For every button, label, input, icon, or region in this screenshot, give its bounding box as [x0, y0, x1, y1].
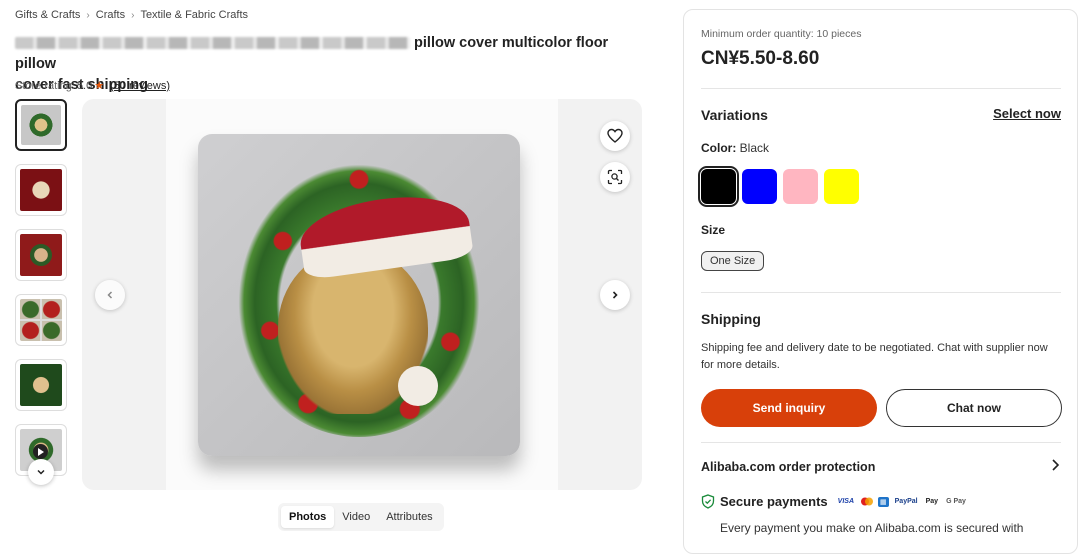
breadcrumb-link-crafts[interactable]: Crafts	[96, 9, 125, 21]
blurred-title-segment	[15, 37, 410, 50]
send-inquiry-button[interactable]: Send inquiry	[701, 389, 877, 427]
heart-icon	[607, 128, 623, 143]
chevron-down-icon	[37, 469, 45, 475]
color-swatches	[698, 166, 859, 207]
thumbnail-list	[15, 99, 67, 489]
breadcrumb-link-textile[interactable]: Textile & Fabric Crafts	[140, 9, 248, 21]
payment-logos: VISA ▦ PayPal Pay G Pay	[836, 496, 968, 507]
chevron-right-icon: ›	[86, 9, 90, 21]
color-label: Color: Black	[701, 141, 769, 155]
breadcrumb: Gifts & Crafts › Crafts › Textile & Fabr…	[15, 9, 248, 21]
chevron-right-icon[interactable]	[1049, 458, 1061, 477]
thumbnail-image[interactable]	[15, 294, 67, 346]
paypal-logo: PayPal	[894, 498, 918, 505]
divider	[701, 88, 1061, 89]
tab-video[interactable]: Video	[334, 506, 378, 528]
secure-payments-label: Secure payments	[720, 494, 828, 509]
previous-image-button[interactable]	[95, 280, 125, 310]
google-pay-logo: G Pay	[946, 498, 966, 505]
reviews-link[interactable]: (50 reviews)	[110, 80, 170, 92]
visa-logo: VISA	[837, 498, 855, 505]
pompom-graphic	[398, 366, 438, 406]
main-product-image[interactable]	[82, 99, 642, 490]
chat-now-button[interactable]: Chat now	[886, 389, 1062, 427]
favorite-button[interactable]	[600, 121, 630, 151]
thumbnail-image[interactable]	[15, 229, 67, 281]
play-icon	[33, 444, 48, 459]
purchase-panel: Minimum order quantity: 10 pieces CN¥5.5…	[683, 9, 1078, 554]
tab-attributes[interactable]: Attributes	[378, 506, 440, 528]
image-search-icon	[607, 169, 623, 185]
media-tabs: Photos Video Attributes	[278, 503, 444, 531]
swatch-black[interactable]	[698, 166, 739, 207]
amex-logo: ▦	[878, 496, 889, 507]
price-range: CN¥5.50-8.60	[701, 48, 820, 69]
star-icon: ★	[94, 80, 105, 92]
divider	[701, 442, 1061, 443]
shipping-text: Shipping fee and delivery date to be neg…	[701, 342, 1048, 371]
rating-label: Store rating:	[15, 79, 75, 92]
apple-pay-logo: Pay	[925, 498, 939, 505]
next-image-button[interactable]	[600, 280, 630, 310]
tab-photos[interactable]: Photos	[281, 506, 335, 528]
shipping-title: Shipping	[701, 311, 761, 327]
thumbnail-image[interactable]	[15, 164, 67, 216]
rating-value: 5.0	[76, 79, 93, 92]
secure-payments-row: Secure payments VISA ▦ PayPal Pay G Pay	[701, 494, 968, 509]
swatch-pink[interactable]	[783, 169, 818, 204]
color-selected-value: Black	[739, 141, 770, 155]
chevron-left-icon	[107, 291, 113, 299]
mastercard-logo	[861, 497, 874, 506]
scroll-down-button[interactable]	[28, 459, 54, 485]
color-label-key: Color:	[701, 141, 737, 155]
thumbnail-image[interactable]	[15, 359, 67, 411]
order-protection-title[interactable]: Alibaba.com order protection	[701, 460, 875, 474]
select-now-link[interactable]: Select now	[993, 106, 1061, 121]
min-order-quantity: Minimum order quantity: 10 pieces	[701, 28, 862, 40]
chevron-right-icon	[612, 291, 618, 299]
swatch-yellow[interactable]	[824, 169, 859, 204]
store-rating: Store rating: 5.0 ★ (50 reviews)	[15, 79, 170, 93]
divider	[701, 292, 1061, 293]
chevron-right-icon: ›	[131, 9, 135, 21]
secure-payments-description: Every payment you make on Alibaba.com is…	[720, 521, 1024, 535]
size-label: Size	[701, 223, 726, 237]
breadcrumb-link-gifts[interactable]: Gifts & Crafts	[15, 9, 80, 21]
image-search-button[interactable]	[600, 162, 630, 192]
size-option-one-size[interactable]: One Size	[701, 251, 765, 271]
swatch-blue[interactable]	[742, 169, 777, 204]
thumbnail-image[interactable]	[15, 99, 67, 151]
variations-title: Variations	[701, 107, 768, 123]
shield-check-icon	[701, 494, 715, 509]
